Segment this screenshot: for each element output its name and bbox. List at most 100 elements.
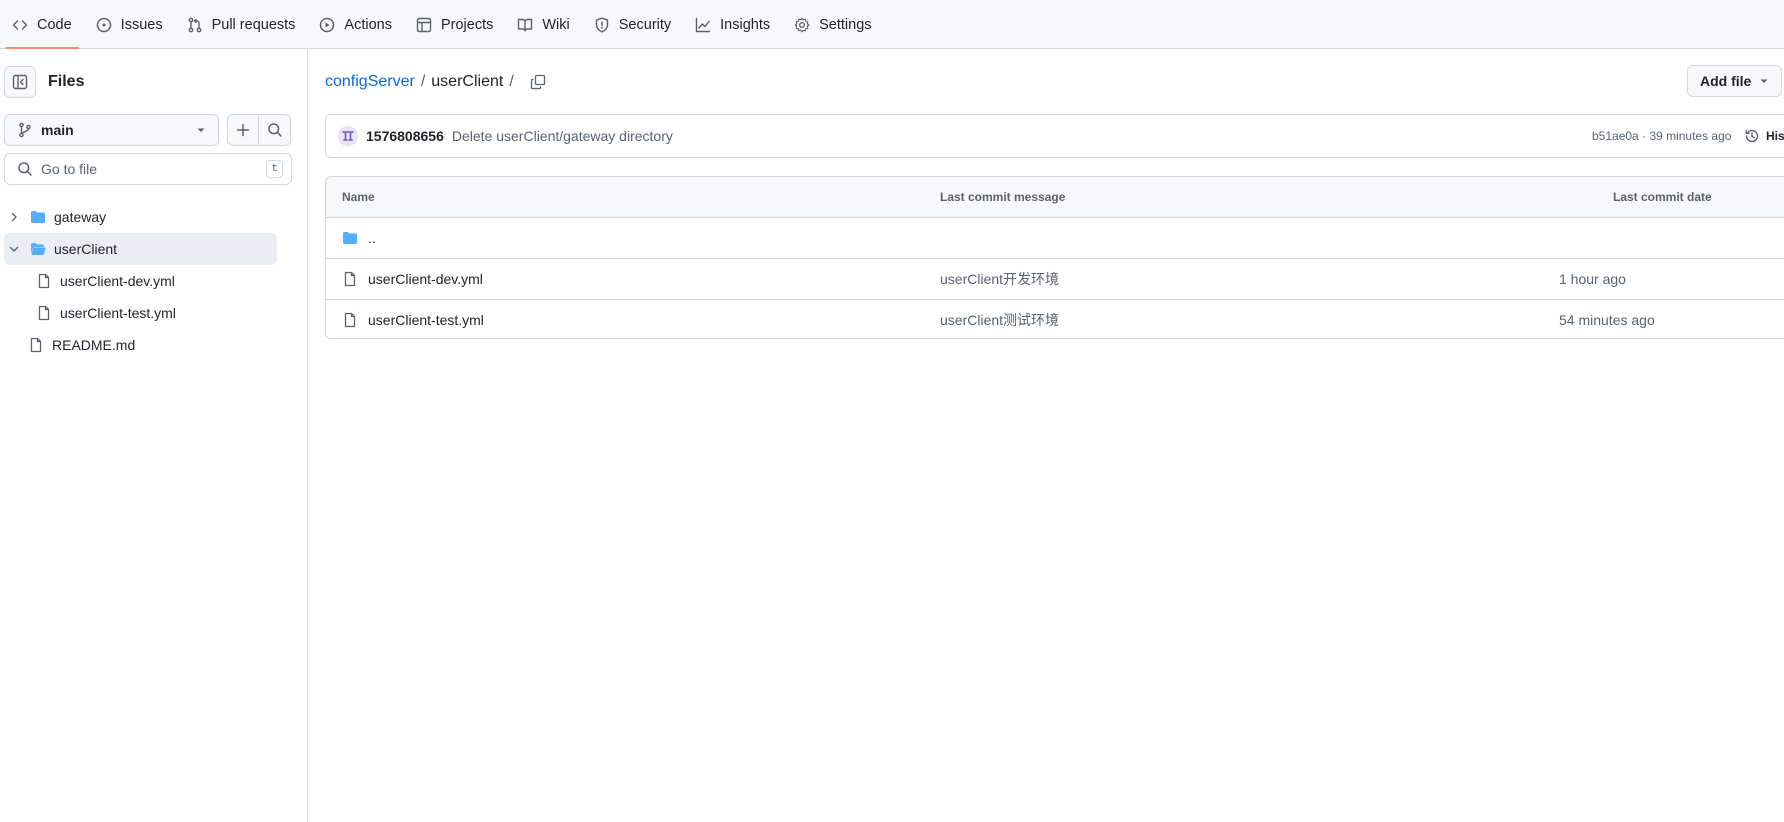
- tree-item-label: userClient-test.yml: [60, 305, 176, 321]
- tab-label: Wiki: [542, 16, 570, 33]
- book-icon: [517, 17, 533, 33]
- tree-item-readme[interactable]: README.md: [4, 329, 277, 361]
- triangle-down-icon: [1759, 76, 1769, 86]
- file-tree-sidebar: Files main Go to file t gateway userClie…: [0, 49, 308, 822]
- keyboard-shortcut-hint: t: [266, 160, 283, 178]
- file-table: Name Last commit message Last commit dat…: [325, 176, 1784, 339]
- commit-date: 54 minutes ago: [1559, 312, 1655, 328]
- code-icon: [12, 17, 28, 33]
- commit-message[interactable]: Delete userClient/gateway directory: [452, 128, 673, 144]
- tab-pull-requests[interactable]: Pull requests: [180, 0, 303, 49]
- file-icon: [36, 273, 52, 289]
- file-name-cell: userClient-dev.yml: [342, 259, 483, 299]
- triangle-down-icon: [196, 125, 206, 135]
- tab-projects[interactable]: Projects: [409, 0, 500, 49]
- table-row[interactable]: userClient-dev.yml userClient开发环境 1 hour…: [326, 259, 1784, 300]
- table-icon: [416, 17, 432, 33]
- tree-item-userclient[interactable]: userClient: [4, 233, 277, 265]
- sidebar-collapse-icon: [12, 74, 28, 90]
- tab-wiki[interactable]: Wiki: [510, 0, 576, 49]
- table-header: Name Last commit message Last commit dat…: [326, 177, 1784, 218]
- shield-icon: [594, 17, 610, 33]
- collapse-sidebar-button[interactable]: [4, 66, 36, 98]
- tree-item-userclient-dev[interactable]: userClient-dev.yml: [4, 265, 277, 297]
- git-pull-request-icon: [187, 17, 203, 33]
- tree-item-userclient-test[interactable]: userClient-test.yml: [4, 297, 277, 329]
- tab-label: Code: [37, 16, 72, 33]
- plus-icon: [235, 122, 251, 138]
- history-label: History: [1766, 129, 1784, 143]
- table-row[interactable]: userClient-test.yml userClient测试环境 54 mi…: [326, 300, 1784, 338]
- breadcrumb-repo-link[interactable]: configServer: [325, 73, 415, 91]
- tree-item-gateway[interactable]: gateway: [4, 201, 277, 233]
- latest-commit-bar: 1576808656 Delete userClient/gateway dir…: [325, 114, 1784, 158]
- commit-date: 1 hour ago: [1559, 271, 1626, 287]
- file-tree: gateway userClient userClient-dev.yml us…: [4, 201, 277, 361]
- commit-message-link[interactable]: userClient开发环境: [940, 259, 1059, 299]
- column-header-message: Last commit message: [940, 190, 1066, 204]
- sidebar-title: Files: [48, 73, 85, 90]
- copy-path-button[interactable]: [530, 74, 546, 90]
- parent-dir-cell: ..: [342, 218, 376, 258]
- tree-actions: [227, 114, 291, 146]
- breadcrumb-separator: /: [420, 73, 426, 90]
- tab-label: Insights: [720, 16, 771, 33]
- file-name-cell: userClient-test.yml: [342, 300, 484, 338]
- file-icon: [342, 312, 358, 328]
- search-tree-button[interactable]: [259, 114, 291, 146]
- tab-actions[interactable]: Actions: [312, 0, 399, 49]
- tab-label: Actions: [344, 16, 392, 33]
- gear-icon: [794, 17, 810, 33]
- search-icon: [267, 122, 283, 138]
- tab-label: Pull requests: [211, 16, 296, 33]
- column-header-date: Last commit date: [1613, 190, 1712, 204]
- issue-opened-icon: [96, 17, 112, 33]
- breadcrumb-separator: /: [509, 73, 514, 90]
- tab-label: Security: [618, 16, 672, 33]
- tab-issues[interactable]: Issues: [89, 0, 170, 49]
- tree-item-label: gateway: [54, 209, 107, 225]
- branch-selector[interactable]: main: [4, 114, 219, 146]
- git-branch-icon: [17, 122, 33, 138]
- go-to-file-field[interactable]: t: [4, 153, 292, 185]
- chevron-right-icon[interactable]: [6, 211, 22, 223]
- commit-message-link[interactable]: userClient测试环境: [940, 300, 1059, 338]
- file-icon: [342, 271, 358, 287]
- avatar[interactable]: [338, 126, 358, 146]
- graph-icon: [695, 17, 711, 33]
- tree-item-label: README.md: [52, 337, 136, 353]
- branch-name: main: [41, 122, 74, 138]
- add-file-label: Add file: [1700, 73, 1752, 89]
- breadcrumb-current: userClient: [431, 73, 504, 90]
- folder-icon: [30, 209, 46, 225]
- tree-item-label: userClient: [54, 241, 118, 257]
- chevron-down-icon[interactable]: [6, 243, 22, 255]
- file-name-link[interactable]: userClient-dev.yml: [368, 271, 483, 287]
- parent-dir-link[interactable]: ..: [368, 230, 376, 246]
- tab-code[interactable]: Code: [5, 0, 79, 49]
- history-button[interactable]: History: [1744, 128, 1784, 144]
- tab-label: Settings: [819, 16, 872, 33]
- main-content: configServer / userClient / Add file 157…: [309, 49, 1784, 822]
- go-to-file-input[interactable]: [41, 161, 259, 177]
- add-file-tree-button[interactable]: [227, 114, 259, 146]
- play-icon: [319, 17, 335, 33]
- tab-insights[interactable]: Insights: [688, 0, 777, 49]
- add-file-button[interactable]: Add file: [1687, 65, 1783, 97]
- file-icon: [36, 305, 52, 321]
- commit-meta[interactable]: b51ae0a · 39 minutes ago: [1592, 129, 1731, 143]
- copy-icon: [530, 74, 546, 90]
- sidebar-header: Files: [4, 66, 84, 98]
- column-header-name: Name: [342, 190, 375, 204]
- repo-nav: Code Issues Pull requests Actions Projec…: [0, 0, 1784, 49]
- tab-settings[interactable]: Settings: [787, 0, 878, 49]
- table-row-parent[interactable]: ..: [326, 218, 1784, 259]
- search-icon: [17, 161, 33, 177]
- file-name-link[interactable]: userClient-test.yml: [368, 312, 484, 328]
- tab-security[interactable]: Security: [587, 0, 678, 49]
- commit-author[interactable]: 1576808656: [366, 128, 444, 144]
- folder-icon: [342, 230, 358, 246]
- folder-open-icon: [30, 241, 46, 257]
- tree-item-label: userClient-dev.yml: [60, 273, 175, 289]
- breadcrumb: configServer / userClient /: [325, 73, 546, 91]
